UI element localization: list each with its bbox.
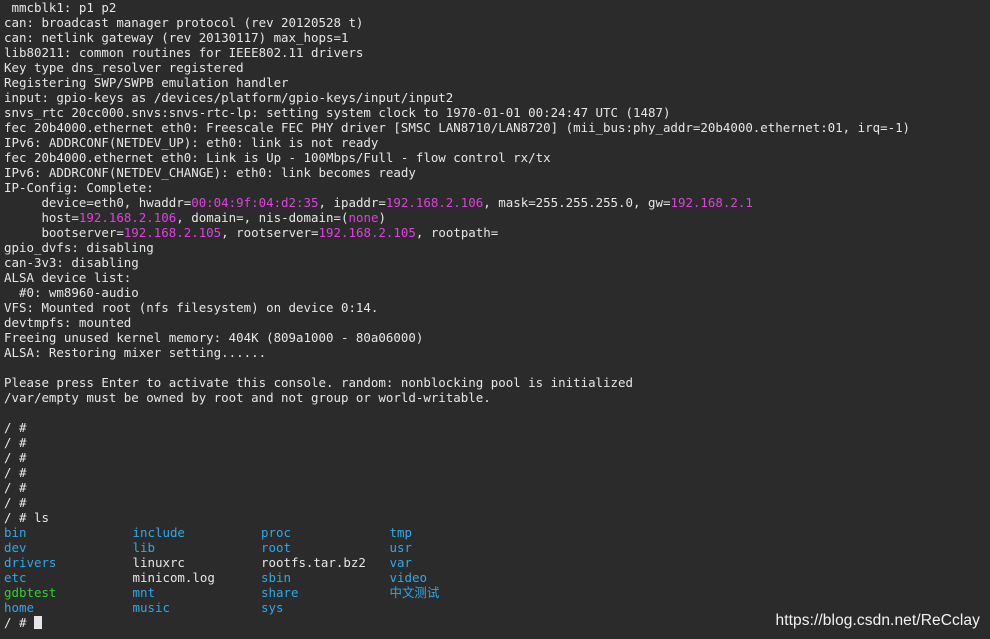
log-line: can-3v3: disabling: [4, 255, 139, 270]
ls-executable: gdbtest: [4, 585, 57, 600]
log-line: IPv6: ADDRCONF(NETDEV_CHANGE): eth0: lin…: [4, 165, 416, 180]
ipaddr-value: 192.168.2.106: [385, 195, 484, 210]
ls-output: bin include proc tmp dev lib root usr drivers lin…: [4, 525, 988, 615]
bootserver-value: 192.168.2.105: [123, 225, 222, 240]
ls-file: [390, 600, 519, 615]
ls-directory: home: [4, 600, 34, 615]
ls-directory: drivers: [4, 555, 57, 570]
current-prompt: / #: [4, 615, 34, 630]
log-line: ALSA device list:: [4, 270, 132, 285]
prompt-line: / #: [4, 495, 27, 510]
ls-directory: root: [261, 540, 291, 555]
log-line: devtmpfs: mounted: [4, 315, 132, 330]
log-line: Please press Enter to activate this cons…: [4, 375, 633, 390]
hwaddr-value: 00:04:9f:04:d2:35: [191, 195, 319, 210]
rootpath-label: , rootpath=: [415, 225, 499, 240]
ipconfig-host-line: host=192.168.2.106, domain=, nis-domain=…: [4, 210, 988, 225]
prompt-line: / #: [4, 450, 27, 465]
nis-domain-value: none: [348, 210, 379, 225]
log-line: Key type dns_resolver registered: [4, 60, 244, 75]
ls-directory: share: [261, 585, 299, 600]
prompt-line: / #: [4, 480, 27, 495]
ls-directory: 中文测试: [389, 585, 440, 600]
text-cursor: [33, 616, 42, 629]
domain-label: , domain=, nis-domain=(: [176, 210, 349, 225]
log-line: IP-Config: Complete:: [4, 180, 154, 195]
watermark: https://blog.csdn.net/ReCclay: [775, 612, 980, 629]
device-prefix: device=eth0, hwaddr=: [4, 195, 192, 210]
ls-directory: sys: [261, 600, 284, 615]
log-line: lib80211: common routines for IEEE802.11…: [4, 45, 364, 60]
boot-log-continued: gpio_dvfs: disabling can-3v3: disabling AL…: [4, 240, 988, 420]
ls-directory: etc: [4, 570, 27, 585]
host-prefix: host=: [4, 210, 79, 225]
ls-directory: usr: [389, 540, 412, 555]
ls-directory: include: [132, 525, 185, 540]
prompt-line: / #: [4, 420, 27, 435]
log-line: VFS: Mounted root (nfs filesystem) on de…: [4, 300, 379, 315]
ls-directory: video: [389, 570, 427, 585]
log-line: fec 20b4000.ethernet eth0: Link is Up - …: [4, 150, 551, 165]
log-line: can: broadcast manager protocol (rev 201…: [4, 15, 364, 30]
prompt-line: / #: [4, 465, 27, 480]
ls-directory: mnt: [132, 585, 155, 600]
prompt-history: / # / # / # / # / # / #: [4, 420, 988, 510]
log-line: Freeing unused kernel memory: 404K (809a…: [4, 330, 424, 345]
ls-file: rootfs.tar.bz2: [261, 555, 366, 570]
log-line: fec 20b4000.ethernet eth0: Freescale FEC…: [4, 120, 911, 135]
ipaddr-label: , ipaddr=: [318, 195, 386, 210]
ls-directory: music: [132, 600, 170, 615]
boot-log: mmcblk1: p1 p2 can: broadcast manager pro…: [4, 0, 988, 195]
ls-directory: sbin: [261, 570, 291, 585]
log-line: IPv6: ADDRCONF(NETDEV_UP): eth0: link is…: [4, 135, 379, 150]
gw-value: 192.168.2.1: [670, 195, 753, 210]
mask-gw-label: , mask=255.255.255.0, gw=: [483, 195, 671, 210]
rootserver-value: 192.168.2.105: [318, 225, 416, 240]
ipconfig-bootserver-line: bootserver=192.168.2.105, rootserver=192…: [4, 225, 988, 240]
ls-directory: tmp: [389, 525, 412, 540]
ls-directory: proc: [261, 525, 291, 540]
ipconfig-device-line: device=eth0, hwaddr=00:04:9f:04:d2:35, i…: [4, 195, 988, 210]
domain-close: ): [378, 210, 386, 225]
log-line: Registering SWP/SWPB emulation handler: [4, 75, 289, 90]
bootserver-prefix: bootserver=: [4, 225, 124, 240]
log-line: gpio_dvfs: disabling: [4, 240, 154, 255]
ls-directory: lib: [132, 540, 155, 555]
log-line: input: gpio-keys as /devices/platform/gp…: [4, 90, 454, 105]
ls-file: minicom.log: [132, 570, 215, 585]
log-line: snvs_rtc 20cc000.snvs:snvs-rtc-lp: setti…: [4, 105, 671, 120]
log-line: /var/empty must be owned by root and not…: [4, 390, 491, 405]
host-value: 192.168.2.106: [78, 210, 177, 225]
log-line: ALSA: Restoring mixer setting......: [4, 345, 267, 360]
prompt-line: / #: [4, 435, 27, 450]
log-line: can: netlink gateway (rev 20130117) max_…: [4, 30, 349, 45]
terminal-window[interactable]: mmcblk1: p1 p2 can: broadcast manager pro…: [4, 0, 988, 639]
ls-directory: dev: [4, 540, 27, 555]
log-line: mmcblk1: p1 p2: [4, 0, 117, 15]
ls-directory: bin: [4, 525, 27, 540]
ls-command-line: / # ls: [4, 510, 49, 525]
ls-directory: var: [389, 555, 412, 570]
log-line: #0: wm8960-audio: [4, 285, 139, 300]
ls-file: linuxrc: [132, 555, 185, 570]
rootserver-label: , rootserver=: [221, 225, 319, 240]
